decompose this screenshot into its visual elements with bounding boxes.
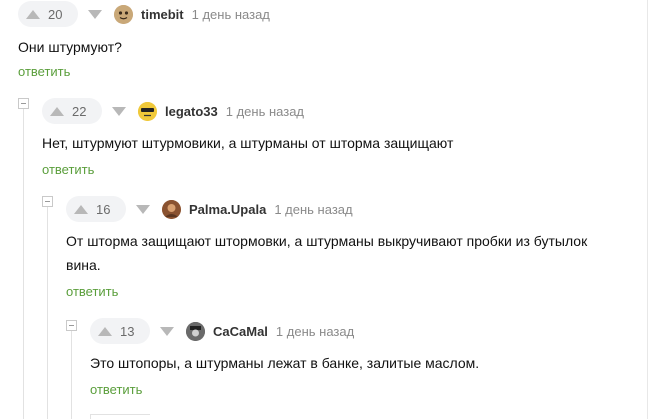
reply-link[interactable]: ответить [18,64,70,79]
page-edge [647,0,648,419]
rating-value: 22 [72,103,87,119]
avatar[interactable] [114,4,133,24]
rating-box: 20 [18,1,78,27]
comment-text-line: вина. [66,257,101,273]
vote-up-icon[interactable] [24,7,42,21]
username[interactable]: Palma.Upala [189,202,266,217]
username[interactable]: CaCaMal [213,324,268,339]
thread-line [23,108,24,419]
comment-header: 16 Palma.Upala 1 день назад [66,196,353,222]
vote-down-icon[interactable] [134,202,152,216]
timestamp[interactable]: 1 день назад [276,324,354,339]
avatar[interactable] [138,101,157,121]
timestamp[interactable]: 1 день назад [226,104,304,119]
avatar[interactable] [162,199,181,219]
comments-thread: 20 timebit 1 день назад Они штурмуют? от… [0,0,649,419]
comment-text-line: От шторма защищают штормовки, а штурманы… [66,233,588,249]
rating-value: 16 [96,201,111,217]
rating-box: 16 [66,196,126,222]
next-comment-edge [90,414,150,419]
vote-up-icon[interactable] [72,202,90,216]
comment-header: 22 legato33 1 день назад [42,98,304,124]
reply-link[interactable]: ответить [90,382,142,397]
comment-text: Это штопоры, а штурманы лежат в банке, з… [90,355,480,371]
comment-text: Нет, штурмуют штурмовики, а штурманы от … [42,135,454,151]
rating-value: 13 [120,323,135,339]
collapse-toggle[interactable] [18,98,29,109]
reply-link[interactable]: ответить [42,162,94,177]
timestamp[interactable]: 1 день назад [192,7,270,22]
vote-down-icon[interactable] [158,324,176,338]
comment-header: 13 CaCaMal 1 день назад [90,318,354,344]
vote-up-icon[interactable] [48,104,66,118]
rating-value: 20 [48,6,63,22]
vote-up-icon[interactable] [96,324,114,338]
thread-line [71,330,72,419]
comment-header: 20 timebit 1 день назад [18,1,270,27]
collapse-toggle[interactable] [66,320,77,331]
reply-link[interactable]: ответить [66,284,118,299]
rating-box: 13 [90,318,150,344]
comment-text: Они штурмуют? [18,39,122,55]
timestamp[interactable]: 1 день назад [274,202,352,217]
vote-down-icon[interactable] [110,104,128,118]
vote-down-icon[interactable] [86,7,104,21]
collapse-toggle[interactable] [42,196,53,207]
rating-box: 22 [42,98,102,124]
username[interactable]: timebit [141,7,184,22]
thread-line [47,206,48,419]
avatar[interactable] [186,321,205,341]
username[interactable]: legato33 [165,104,218,119]
